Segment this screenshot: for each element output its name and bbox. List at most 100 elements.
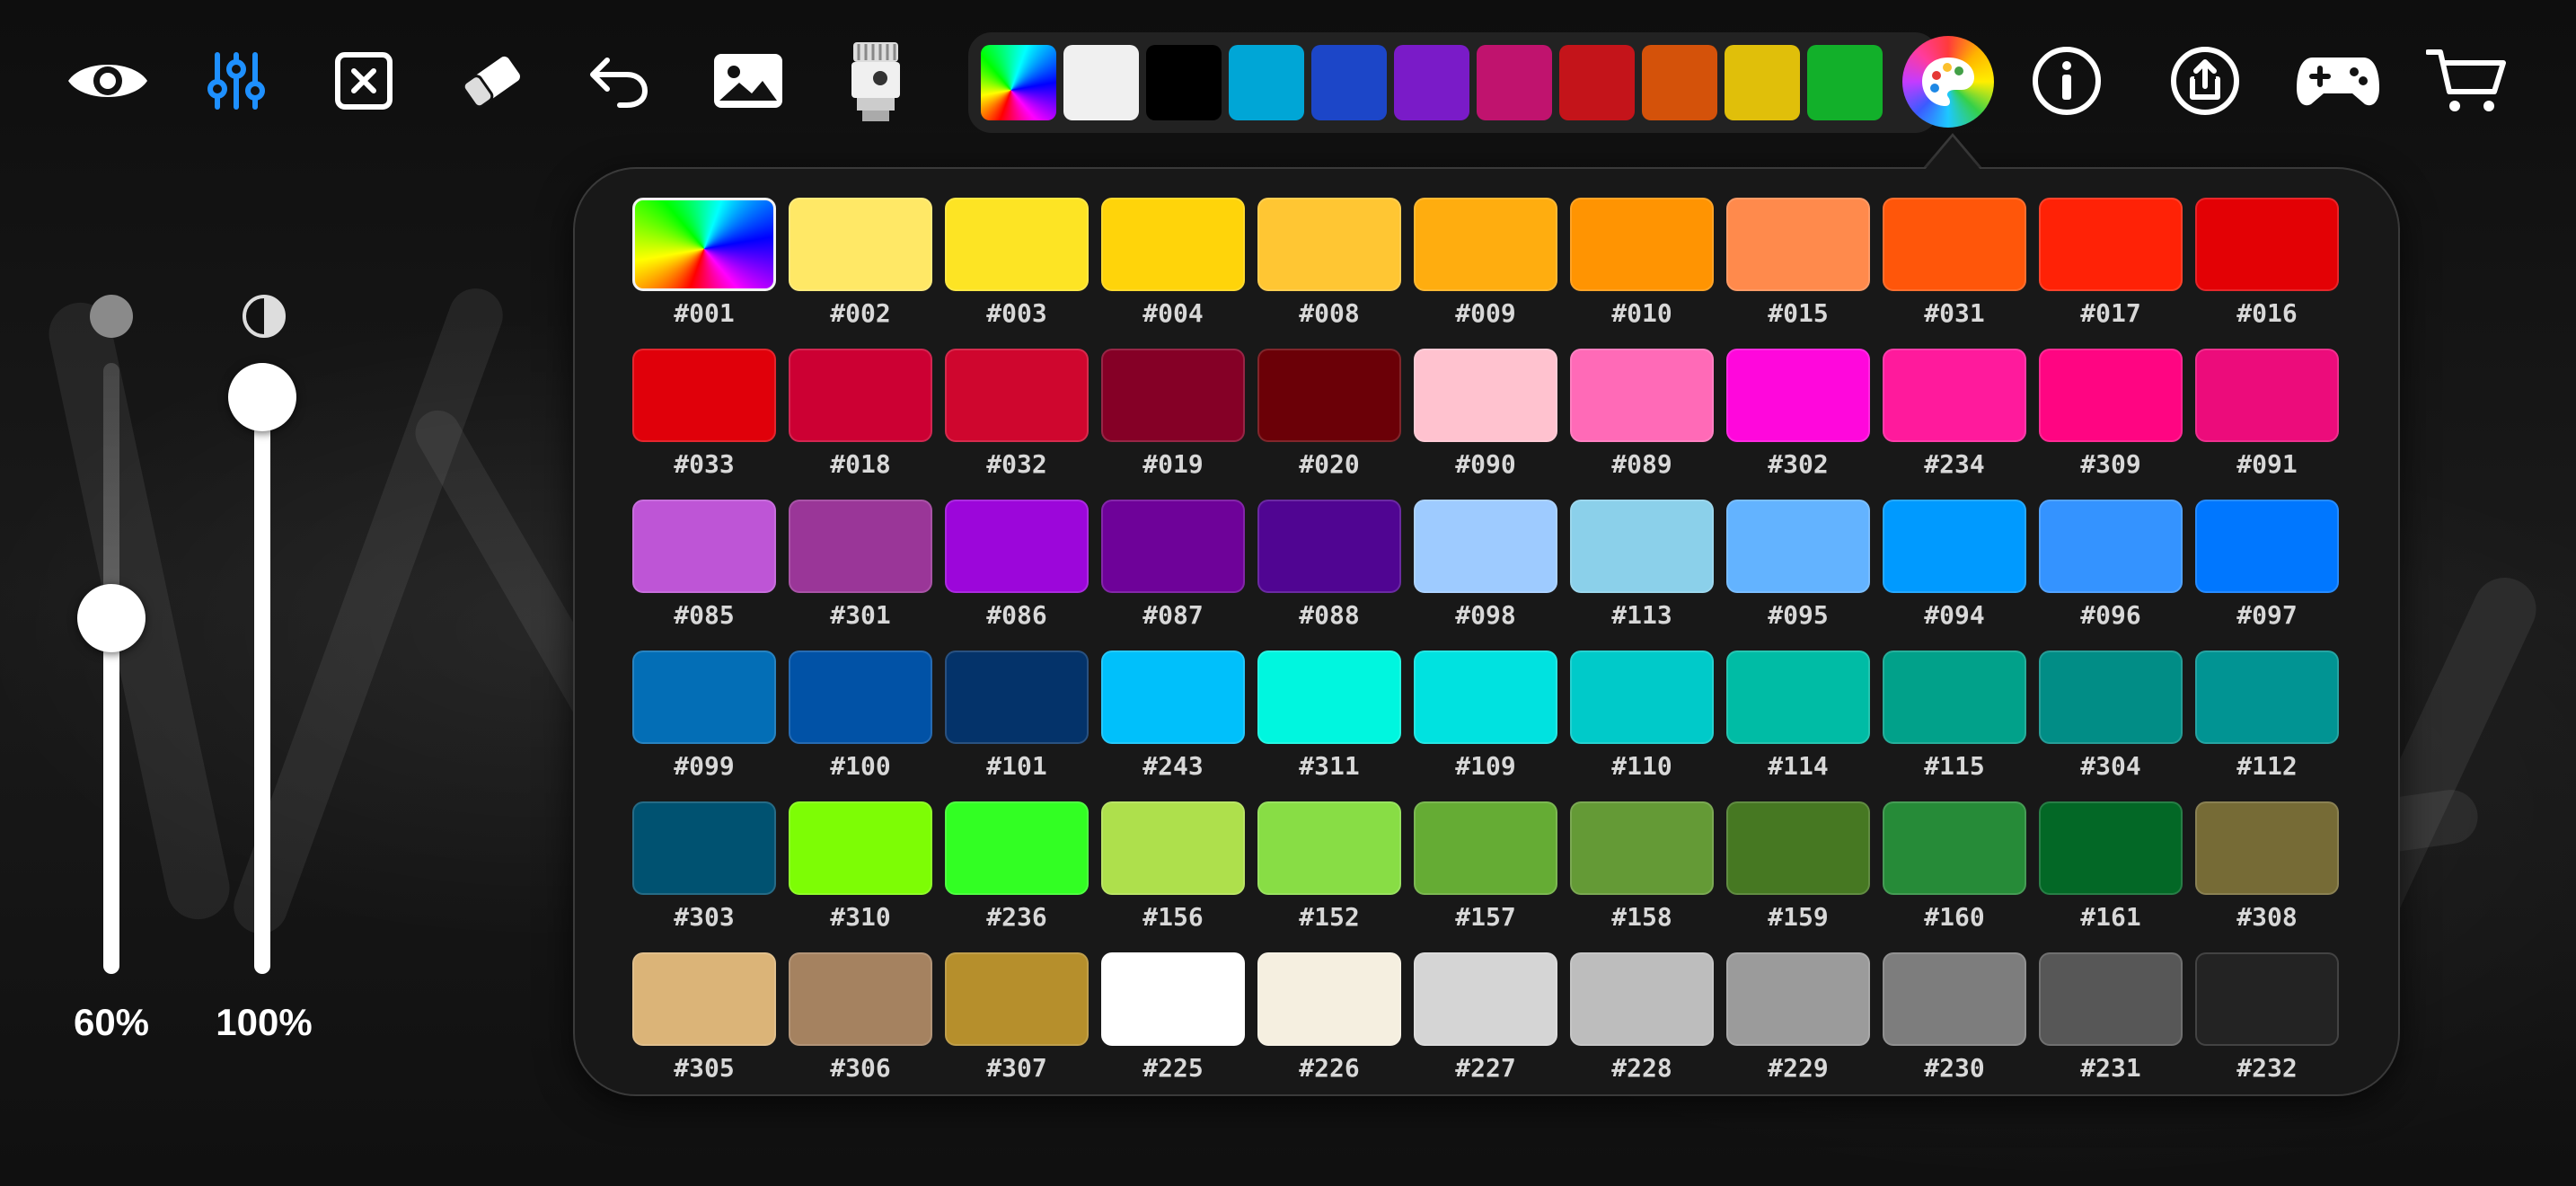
opacity-slider-knob[interactable] [228,363,296,431]
image-button[interactable] [699,36,798,126]
quick-swatch-orange[interactable] [1642,45,1717,120]
store-button[interactable] [2413,36,2520,126]
color-swatch[interactable]: #032 [945,349,1089,487]
color-swatch[interactable]: #101 [945,651,1089,789]
color-swatch[interactable]: #311 [1257,651,1401,789]
color-swatch[interactable]: #228 [1570,952,1714,1091]
color-swatch[interactable]: #003 [945,198,1089,336]
quick-swatch-white[interactable] [1063,45,1139,120]
color-swatch[interactable]: #227 [1414,952,1557,1091]
swatch-code: #001 [674,298,735,328]
color-swatch[interactable]: #157 [1414,801,1557,940]
color-swatch[interactable]: #009 [1414,198,1557,336]
quick-swatch-black[interactable] [1146,45,1222,120]
color-swatch[interactable]: #305 [632,952,776,1091]
color-swatch[interactable]: #225 [1101,952,1245,1091]
color-swatch[interactable]: #303 [632,801,776,940]
color-swatch[interactable]: #113 [1570,500,1714,638]
color-swatch[interactable]: #236 [945,801,1089,940]
color-swatch[interactable]: #234 [1883,349,2026,487]
color-swatch[interactable]: #158 [1570,801,1714,940]
color-swatch[interactable]: #085 [632,500,776,638]
swatch-chip [632,349,776,442]
color-swatch[interactable]: #100 [789,651,932,789]
quick-swatch-magenta[interactable] [1477,45,1552,120]
color-swatch[interactable]: #156 [1101,801,1245,940]
quick-swatch-red[interactable] [1559,45,1635,120]
color-swatch[interactable]: #001 [632,198,776,336]
color-swatch[interactable]: #099 [632,651,776,789]
quick-swatch-cyan[interactable] [1229,45,1304,120]
color-swatch[interactable]: #097 [2195,500,2339,638]
color-swatch[interactable]: #302 [1726,349,1870,487]
clear-canvas-button[interactable] [314,36,413,126]
color-swatch[interactable]: #015 [1726,198,1870,336]
color-swatch[interactable]: #090 [1414,349,1557,487]
color-swatch[interactable]: #089 [1570,349,1714,487]
color-swatch[interactable]: #112 [2195,651,2339,789]
color-swatch[interactable]: #091 [2195,349,2339,487]
color-swatch[interactable]: #243 [1101,651,1245,789]
quick-swatch-green[interactable] [1807,45,1883,120]
color-swatch[interactable]: #308 [2195,801,2339,940]
color-swatch[interactable]: #088 [1257,500,1401,638]
color-swatch[interactable]: #226 [1257,952,1401,1091]
swatch-chip [1570,651,1714,744]
color-swatch[interactable]: #232 [2195,952,2339,1091]
color-swatch[interactable]: #018 [789,349,932,487]
swatch-code: #019 [1142,449,1204,479]
opacity-slider-track[interactable] [254,363,270,974]
quick-swatch-blue[interactable] [1311,45,1387,120]
swatch-chip [1101,349,1245,442]
color-swatch[interactable]: #086 [945,500,1089,638]
color-swatch[interactable]: #161 [2039,801,2183,940]
color-swatch[interactable]: #159 [1726,801,1870,940]
quick-swatch-yellow[interactable] [1725,45,1800,120]
color-swatch[interactable]: #004 [1101,198,1245,336]
color-swatch[interactable]: #115 [1883,651,2026,789]
color-swatch[interactable]: #231 [2039,952,2183,1091]
color-swatch[interactable]: #160 [1883,801,2026,940]
color-swatch[interactable]: #309 [2039,349,2183,487]
visibility-button[interactable] [58,36,157,126]
color-swatch[interactable]: #033 [632,349,776,487]
palette-button[interactable] [1902,36,1994,128]
undo-button[interactable] [569,36,668,126]
eraser-button[interactable] [442,36,541,126]
color-swatch[interactable]: #229 [1726,952,1870,1091]
color-swatch[interactable]: #095 [1726,500,1870,638]
color-swatch[interactable]: #094 [1883,500,2026,638]
color-swatch[interactable]: #310 [789,801,932,940]
swatch-code: #229 [1768,1053,1829,1083]
color-swatch[interactable]: #017 [2039,198,2183,336]
adjustments-button[interactable] [187,36,286,126]
color-swatch[interactable]: #109 [1414,651,1557,789]
quick-swatch-rainbow[interactable] [981,45,1056,120]
color-swatch[interactable]: #016 [2195,198,2339,336]
color-swatch[interactable]: #306 [789,952,932,1091]
color-swatch[interactable]: #304 [2039,651,2183,789]
games-button[interactable] [2284,36,2392,126]
color-swatch[interactable]: #008 [1257,198,1401,336]
color-swatch[interactable]: #152 [1257,801,1401,940]
color-swatch[interactable]: #019 [1101,349,1245,487]
color-swatch[interactable]: #307 [945,952,1089,1091]
quick-swatch-purple[interactable] [1394,45,1469,120]
color-swatch[interactable]: #031 [1883,198,2026,336]
spray-cap-button[interactable] [826,36,925,126]
color-swatch[interactable]: #087 [1101,500,1245,638]
size-slider-track[interactable] [103,363,119,974]
color-swatch[interactable]: #114 [1726,651,1870,789]
color-swatch[interactable]: #301 [789,500,932,638]
swatch-code: #086 [986,600,1047,630]
color-swatch[interactable]: #098 [1414,500,1557,638]
color-swatch[interactable]: #096 [2039,500,2183,638]
info-button[interactable] [2017,36,2116,126]
size-slider-knob[interactable] [77,584,146,652]
color-swatch[interactable]: #010 [1570,198,1714,336]
color-swatch[interactable]: #110 [1570,651,1714,789]
color-swatch[interactable]: #002 [789,198,932,336]
color-swatch[interactable]: #020 [1257,349,1401,487]
color-swatch[interactable]: #230 [1883,952,2026,1091]
share-button[interactable] [2156,36,2254,126]
